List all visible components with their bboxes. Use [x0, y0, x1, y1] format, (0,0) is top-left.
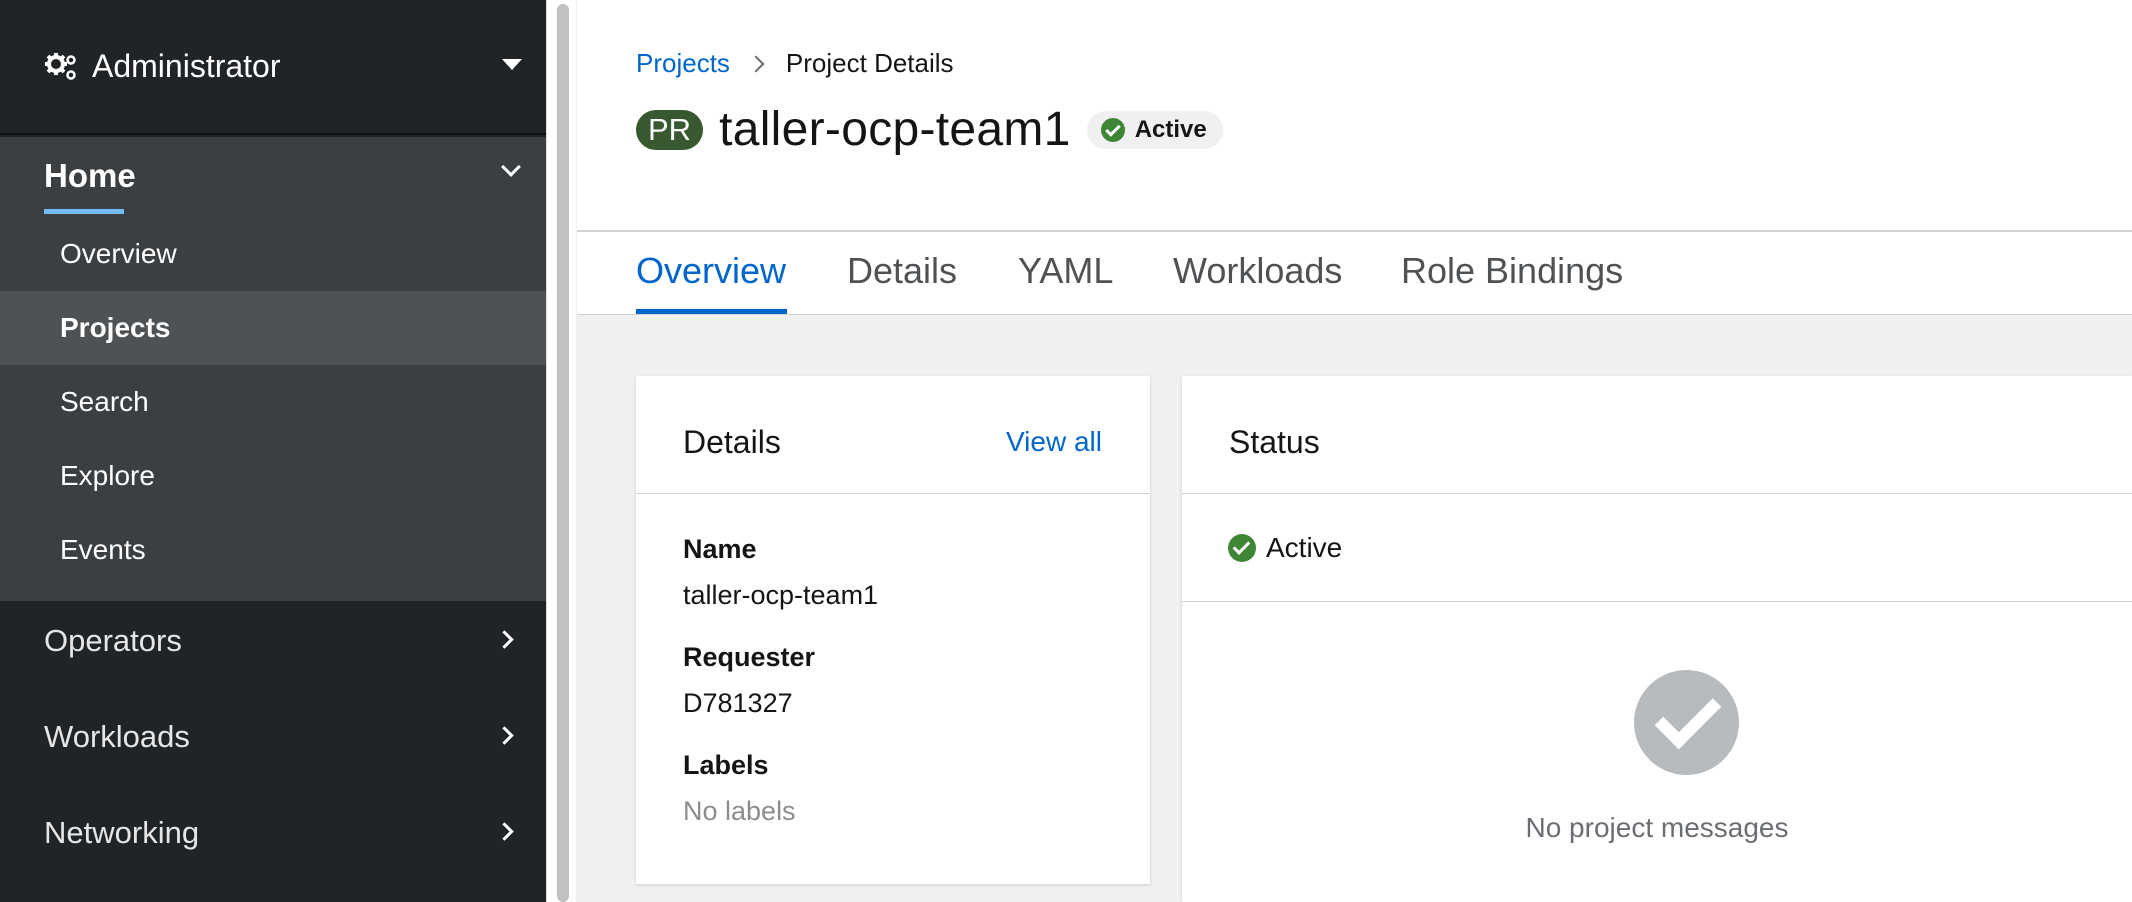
sidebar-scrollbar[interactable] — [546, 0, 576, 902]
nav-section-operators[interactable]: Operators — [0, 593, 546, 689]
page-header: Projects Project Details PR taller-ocp-t… — [577, 0, 2132, 231]
nav-section-workloads[interactable]: Workloads — [0, 689, 546, 785]
active-tab-indicator — [636, 309, 787, 314]
nav-networking-label: Networking — [44, 815, 200, 850]
nav-section-home: Home Overview Projects Search Explore Ev… — [0, 137, 546, 601]
labels-value: No labels — [683, 796, 796, 826]
nav-item-search[interactable]: Search — [0, 365, 546, 439]
project-status: Active — [1182, 494, 2132, 602]
tab-overview[interactable]: Overview — [636, 250, 786, 292]
tab-role-bindings[interactable]: Role Bindings — [1401, 250, 1623, 292]
tab-workloads[interactable]: Workloads — [1173, 250, 1342, 292]
tab-yaml[interactable]: YAML — [1018, 250, 1113, 292]
details-card-header: Details View all — [636, 376, 1150, 494]
scrollbar-thumb[interactable] — [557, 4, 569, 902]
main-content: Projects Project Details PR taller-ocp-t… — [577, 0, 2132, 902]
chevron-right-icon — [495, 630, 514, 649]
nav-item-overview[interactable]: Overview — [0, 217, 546, 291]
name-term: Name — [683, 534, 757, 564]
status-card: Status Active No project messages — [1182, 376, 2132, 902]
gears-icon — [45, 52, 76, 80]
name-value: taller-ocp-team1 — [683, 580, 879, 610]
nav-home-toggle[interactable]: Home — [0, 137, 546, 217]
tab-details[interactable]: Details — [847, 250, 957, 292]
status-card-title: Status — [1229, 424, 1320, 460]
chevron-right-icon — [495, 822, 514, 841]
status-badge-label: Active — [1134, 115, 1207, 143]
details-card: Details View all Name taller-ocp-team1 R… — [636, 376, 1150, 884]
chevron-right-icon — [495, 726, 514, 745]
nav-home-label: Home — [44, 157, 136, 194]
breadcrumb-projects-link[interactable]: Projects — [636, 48, 730, 79]
breadcrumb: Projects Project Details — [636, 48, 954, 79]
perspective-label: Administrator — [92, 48, 281, 84]
sidebar: Administrator Home Overview Projects Sea… — [0, 0, 546, 902]
nav-workloads-label: Workloads — [44, 719, 190, 754]
title-row: PR taller-ocp-team1 Active — [636, 102, 1223, 157]
nav-item-events[interactable]: Events — [0, 513, 546, 587]
tab-bar: Overview Details YAML Workloads Role Bin… — [577, 231, 2132, 315]
nav-operators-label: Operators — [44, 623, 182, 658]
chevron-down-icon — [501, 157, 521, 177]
active-indicator — [44, 209, 124, 214]
status-card-header: Status — [1182, 376, 2132, 494]
nav-item-explore[interactable]: Explore — [0, 439, 546, 513]
project-status-label: Active — [1266, 531, 1343, 563]
requester-term: Requester — [683, 642, 816, 672]
chevron-right-icon — [747, 55, 765, 72]
check-circle-icon — [1100, 117, 1125, 142]
requester-value: D781327 — [683, 688, 793, 718]
page-title: taller-ocp-team1 — [719, 103, 1071, 156]
perspective-switcher[interactable]: Administrator — [0, 0, 546, 135]
caret-down-icon — [502, 59, 522, 70]
status-badge: Active — [1086, 110, 1223, 149]
empty-state-message: No project messages — [1525, 812, 1789, 843]
labels-term: Labels — [683, 750, 769, 780]
view-all-link[interactable]: View all — [1006, 426, 1102, 458]
breadcrumb-current: Project Details — [785, 48, 954, 78]
details-card-title: Details — [683, 424, 781, 460]
check-circle-icon — [1634, 670, 1739, 775]
resource-badge: PR — [636, 109, 704, 150]
check-circle-icon — [1228, 533, 1256, 562]
nav-section-networking[interactable]: Networking — [0, 785, 546, 881]
nav-item-projects[interactable]: Projects — [0, 291, 546, 365]
